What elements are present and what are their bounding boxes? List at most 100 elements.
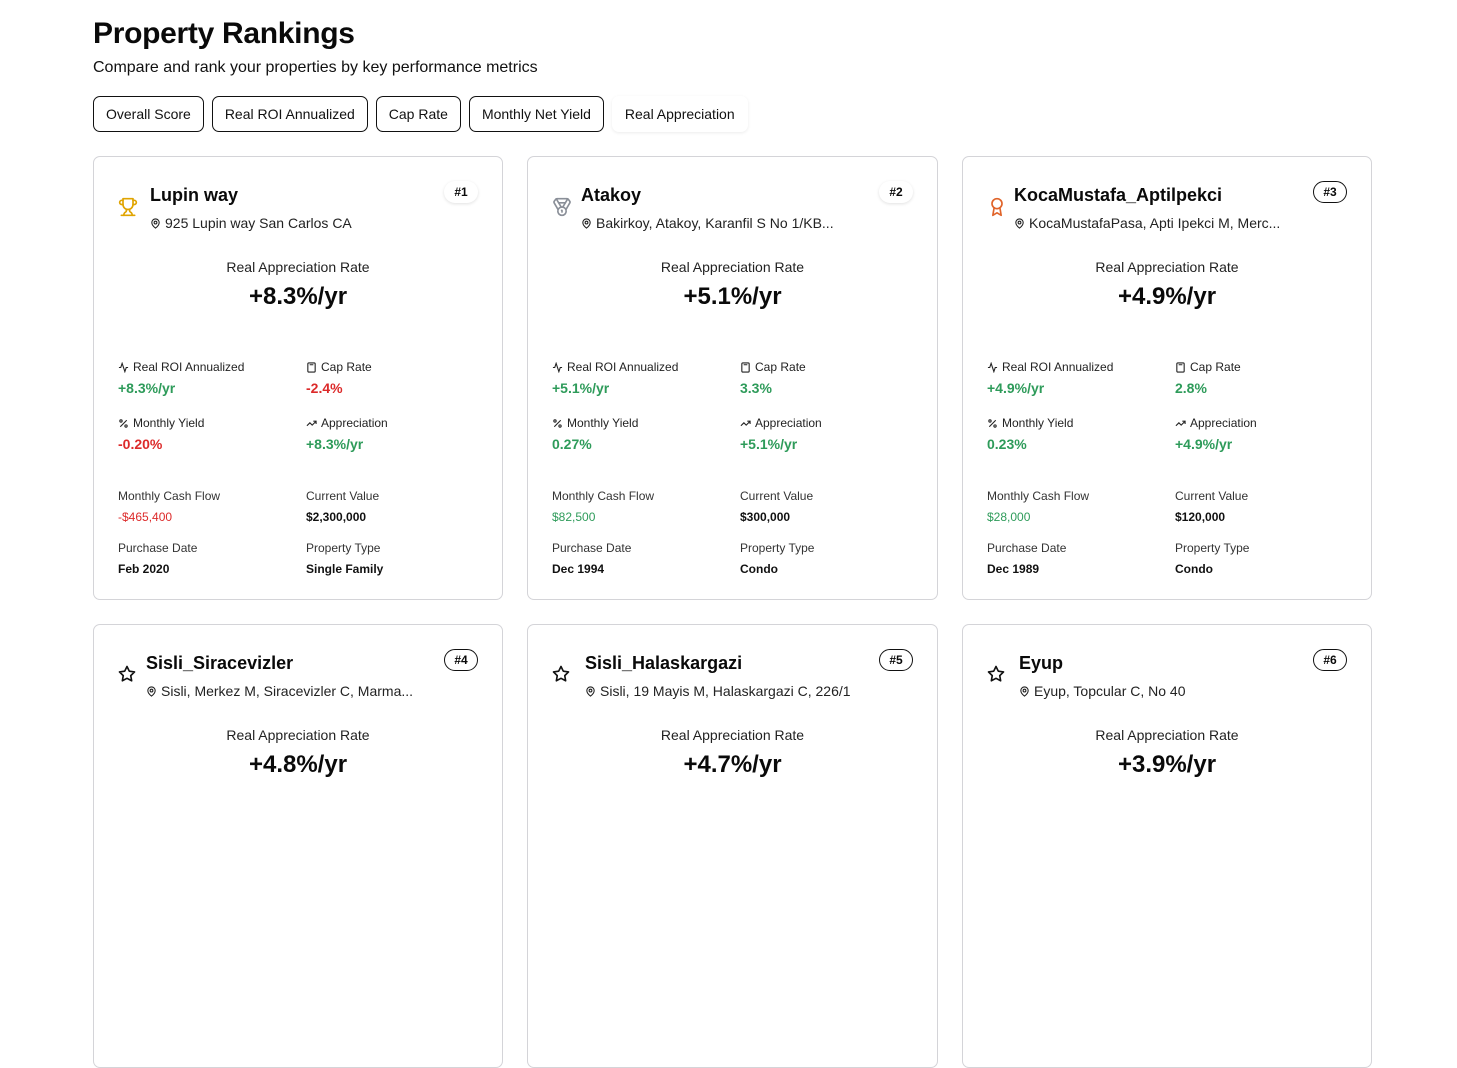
star-icon bbox=[987, 665, 1005, 682]
stat-appreciation: Appreciation +5.1%/yr bbox=[740, 416, 822, 452]
tab-real-appreciation[interactable]: Real Appreciation bbox=[611, 96, 748, 132]
property-address: Eyup, Topcular C, No 40 bbox=[1019, 683, 1186, 699]
info-value: $82,500 bbox=[552, 510, 596, 524]
property-card[interactable]: KocaMustafa_Aptilpekci KocaMustafaPasa, … bbox=[962, 156, 1372, 600]
medal-icon bbox=[553, 197, 571, 217]
address-text: 925 Lupin way San Carlos CA bbox=[165, 215, 352, 231]
metric-label: Real Appreciation Rate bbox=[1095, 259, 1239, 275]
percent-icon bbox=[553, 418, 562, 428]
stat-value: 0.27% bbox=[552, 436, 592, 452]
stat-value: 0.23% bbox=[987, 436, 1027, 452]
info-property-type: Property Type Condo bbox=[1175, 541, 1249, 576]
calculator-icon bbox=[1176, 361, 1185, 373]
property-name: Lupin way bbox=[150, 185, 239, 205]
address-text: Eyup, Topcular C, No 40 bbox=[1034, 683, 1186, 699]
info-label: Purchase Date bbox=[552, 541, 632, 555]
page-subtitle: Compare and rank your properties by key … bbox=[93, 59, 538, 76]
info-value: Feb 2020 bbox=[118, 562, 170, 576]
tab-monthly-net-yield[interactable]: Monthly Net Yield bbox=[468, 96, 604, 132]
metric-label: Real Appreciation Rate bbox=[660, 259, 805, 275]
stat-label: Appreciation bbox=[755, 416, 822, 430]
stat-monthly-yield: Monthly Yield 0.23% bbox=[987, 416, 1073, 452]
calculator-icon bbox=[741, 361, 750, 373]
metric-label: Real Appreciation Rate bbox=[226, 727, 370, 743]
tab-overall-score[interactable]: Overall Score bbox=[93, 96, 204, 132]
property-name: KocaMustafa_Aptilpekci bbox=[1014, 185, 1223, 205]
page-title: Property Rankings bbox=[93, 17, 355, 50]
percent-icon bbox=[988, 418, 997, 428]
stat-value: 2.8% bbox=[1175, 380, 1207, 396]
stat-value: -0.20% bbox=[118, 436, 163, 452]
activity-icon bbox=[118, 361, 129, 373]
info-value: Single Family bbox=[306, 562, 384, 576]
info-label: Property Type bbox=[306, 541, 381, 555]
map-pin-icon bbox=[151, 217, 160, 229]
property-card[interactable]: Sisli_Siracevizler Sisli, Merkez M, Sira… bbox=[93, 624, 503, 1068]
info-value: Dec 1989 bbox=[987, 562, 1040, 576]
stat-label: Real ROI Annualized bbox=[1002, 360, 1114, 374]
map-pin-icon bbox=[582, 217, 591, 229]
property-address: Sisli, 19 Mayis M, Halaskargazi C, 226/1 bbox=[585, 683, 851, 699]
metric-value: +4.7%/yr bbox=[683, 751, 782, 778]
stat-label: Monthly Yield bbox=[567, 416, 639, 430]
stat-label: Monthly Yield bbox=[133, 416, 205, 430]
rank-badge: #5 bbox=[879, 649, 913, 671]
tab-cap-rate[interactable]: Cap Rate bbox=[375, 96, 461, 132]
info-value: $300,000 bbox=[740, 510, 791, 524]
address-text: KocaMustafaPasa, Apti Ipekci M, Merc... bbox=[1029, 215, 1281, 231]
info-label: Property Type bbox=[1175, 541, 1250, 555]
map-pin-icon bbox=[147, 685, 156, 697]
property-address: KocaMustafaPasa, Apti Ipekci M, Merc... bbox=[1014, 215, 1280, 231]
metric-value: +4.8%/yr bbox=[248, 751, 348, 778]
metric-label: Real Appreciation Rate bbox=[226, 259, 370, 275]
tab-real-roi-annualized[interactable]: Real ROI Annualized bbox=[211, 96, 368, 132]
calculator-icon bbox=[307, 361, 316, 373]
property-card[interactable]: Sisli_Halaskargazi Sisli, 19 Mayis M, Ha… bbox=[527, 624, 938, 1068]
info-cash-flow: Monthly Cash Flow $82,500 bbox=[552, 489, 654, 524]
rank-badge: #2 bbox=[879, 181, 913, 203]
info-value: Condo bbox=[740, 562, 778, 576]
info-value: $28,000 bbox=[987, 510, 1031, 524]
stat-label: Appreciation bbox=[1190, 416, 1257, 430]
stat-monthly-yield: Monthly Yield -0.20% bbox=[118, 416, 204, 452]
info-label: Property Type bbox=[740, 541, 815, 555]
stat-value: +5.1%/yr bbox=[740, 436, 798, 452]
stat-label: Monthly Yield bbox=[1002, 416, 1074, 430]
info-label: Current Value bbox=[1175, 489, 1249, 503]
rank-badge: #4 bbox=[444, 649, 478, 671]
star-icon bbox=[552, 665, 570, 682]
stat-value: +4.9%/yr bbox=[1175, 436, 1233, 452]
property-name: Sisli_Halaskargazi bbox=[585, 653, 743, 673]
percent-icon bbox=[119, 418, 128, 428]
info-label: Purchase Date bbox=[987, 541, 1067, 555]
rank-badge: #6 bbox=[1313, 649, 1347, 671]
property-card[interactable]: Lupin way 925 Lupin way San Carlos CA #1… bbox=[93, 156, 503, 600]
stat-label: Real ROI Annualized bbox=[133, 360, 245, 374]
property-card[interactable]: Atakoy Bakirkoy, Atakoy, Karanfil S No 1… bbox=[527, 156, 938, 600]
metric-value: +8.3%/yr bbox=[248, 283, 348, 310]
stat-appreciation: Appreciation +8.3%/yr bbox=[306, 416, 388, 452]
info-value: -$465,400 bbox=[118, 510, 173, 524]
property-card[interactable]: Eyup Eyup, Topcular C, No 40 #6 Real App… bbox=[962, 624, 1372, 1068]
info-current-value: Current Value $300,000 bbox=[740, 489, 813, 524]
info-value: Condo bbox=[1175, 562, 1213, 576]
property-address: Sisli, Merkez M, Siracevizler C, Marma..… bbox=[146, 683, 413, 699]
stat-value: +8.3%/yr bbox=[306, 436, 364, 452]
info-purchase-date: Purchase Date Feb 2020 bbox=[118, 541, 197, 576]
metric-value: +3.9%/yr bbox=[1117, 751, 1217, 778]
info-current-value: Current Value $2,300,000 bbox=[306, 489, 379, 524]
rank-badge: #3 bbox=[1313, 181, 1347, 203]
trophy-icon bbox=[118, 197, 138, 217]
info-label: Monthly Cash Flow bbox=[118, 489, 221, 503]
info-purchase-date: Purchase Date Dec 1994 bbox=[552, 541, 631, 576]
ranking-metric-tabs: Overall Score Real ROI Annualized Cap Ra… bbox=[93, 96, 748, 132]
info-label: Purchase Date bbox=[118, 541, 198, 555]
stat-roi: Real ROI Annualized +5.1%/yr bbox=[552, 360, 678, 396]
star-icon bbox=[118, 665, 136, 682]
stat-label: Cap Rate bbox=[321, 360, 372, 374]
stat-cap-rate: Cap Rate 2.8% bbox=[1175, 360, 1241, 396]
stat-value: +8.3%/yr bbox=[118, 380, 176, 396]
metric-value: +4.9%/yr bbox=[1117, 283, 1217, 310]
stat-label: Appreciation bbox=[321, 416, 388, 430]
address-text: Sisli, Merkez M, Siracevizler C, Marma..… bbox=[161, 683, 414, 699]
